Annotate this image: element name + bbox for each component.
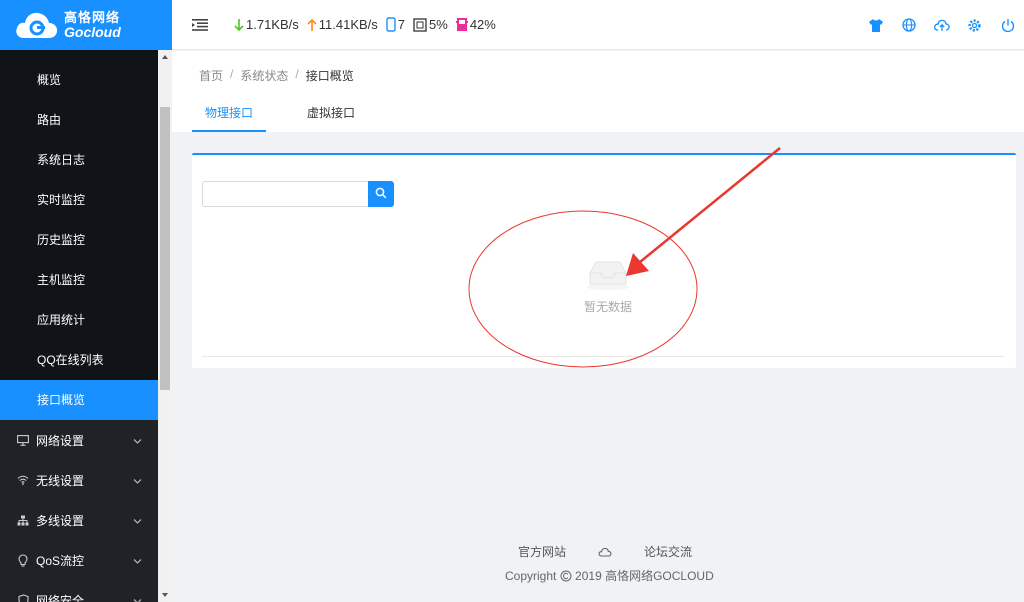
download-speed: 1.71KB/s [246,17,299,32]
copyright-label: Copyright [505,569,557,583]
sidebar-item-host-monitor[interactable]: 主机监控 [0,260,158,300]
sidebar-item-realtime-monitor[interactable]: 实时监控 [0,180,158,220]
chevron-down-icon [133,594,142,602]
breadcrumb-current: 接口概览 [305,69,354,83]
monitor-icon [16,434,30,446]
menu-collapse-icon[interactable] [192,18,208,32]
search-icon [375,187,387,202]
sidebar-item-label: 多线设置 [36,513,85,528]
sidebar-item-interface-overview[interactable]: 接口概览 [0,380,158,420]
tab-virtual-interface[interactable]: 虚拟接口 [294,100,368,132]
sidebar: 概览 路由 系统日志 实时监控 历史监控 主机监控 应用统计 QQ在线列表 接口… [0,50,172,602]
memory-icon [455,17,468,32]
footer-links: 官方网站 论坛交流 [518,543,724,560]
cloud-icon [598,547,612,557]
sidebar-item-route[interactable]: 路由 [0,100,158,140]
footer-link-official[interactable]: 官方网站 [518,543,566,560]
scroll-up-arrow-icon[interactable] [162,55,168,59]
devices-count: 7 [397,17,406,32]
cpu-icon [413,17,427,32]
interface-table-card: 暂无数据 [192,153,1016,368]
sidebar-item-label: QoS流控 [36,553,85,568]
sidebar-item-multiline-settings[interactable]: 多线设置 [0,500,158,540]
sidebar-item-history-monitor[interactable]: 历史监控 [0,220,158,260]
brand-logo[interactable]: 高恪网络 Gocloud [0,0,172,50]
search-input[interactable] [202,181,368,207]
sidebar-item-label: 网络安全 [36,593,85,602]
cpu-stat: 5% [413,17,448,32]
memory-usage: 42% [469,17,496,32]
footer-link-forum[interactable]: 论坛交流 [644,543,692,560]
upload-speed: 11.41KB/s [318,17,378,32]
devices-stat: 7 [386,17,405,32]
sidebar-item-qos[interactable]: QoS流控 [0,540,158,580]
cpu-usage: 5% [429,17,448,32]
chevron-down-icon [133,474,142,488]
sidebar-item-network-settings[interactable]: 网络设置 [0,420,158,460]
scroll-thumb[interactable] [160,107,170,390]
memory-stat: 42% [455,17,496,32]
wifi-icon [16,475,30,485]
sidebar-item-network-security[interactable]: 网络安全 [0,580,158,602]
upload-stat: 11.41KB/s [307,17,378,32]
empty-state: 暂无数据 [558,257,658,315]
table-divider [202,356,1004,357]
interface-tabs: 物理接口 虚拟接口 [192,100,396,132]
empty-state-text: 暂无数据 [583,300,632,314]
power-icon[interactable] [991,0,1024,50]
chevron-down-icon [133,434,142,448]
tab-physical-interface[interactable]: 物理接口 [192,100,267,132]
status-bar: 1.71KB/s 11.41KB/s 7 5% 42% [234,17,504,32]
gear-icon[interactable] [958,0,991,50]
top-header: 1.71KB/s 11.41KB/s 7 5% 42% [172,0,1024,50]
status-submenu: 概览 路由 系统日志 实时监控 历史监控 主机监控 应用统计 QQ在线列表 接口… [0,50,158,420]
sidebar-item-label: 无线设置 [36,473,85,488]
cloud-upload-icon[interactable] [925,0,958,50]
copyright-icon [560,570,572,585]
sidebar-item-app-stats[interactable]: 应用统计 [0,300,158,340]
arrow-up-icon [307,18,317,32]
sidebar-item-label: 网络设置 [36,433,85,448]
breadcrumb-separator: / [295,67,299,81]
search-bar [202,181,394,207]
breadcrumb: 首页 / 系统状态 / 接口概览 [199,67,354,84]
brand-name-cn: 高恪网络 [64,10,121,25]
sidebar-scrollbar[interactable] [158,50,172,602]
page-header: 首页 / 系统状态 / 接口概览 物理接口 虚拟接口 [172,51,1024,132]
chevron-down-icon [133,514,142,528]
scroll-down-arrow-icon[interactable] [162,593,168,597]
phone-icon [386,17,396,32]
bulb-icon [16,553,30,567]
breadcrumb-separator: / [230,67,234,81]
empty-box-icon [584,261,632,294]
chevron-down-icon [133,554,142,568]
shield-icon [16,593,30,602]
download-stat: 1.71KB/s [234,17,299,32]
breadcrumb-home[interactable]: 首页 [199,67,223,84]
brand-name-en: Gocloud [64,24,121,40]
copyright-owner: 2019 高恪网络GOCLOUD [575,569,714,583]
sidebar-item-overview[interactable]: 概览 [0,60,158,100]
globe-icon[interactable] [892,0,925,50]
sidebar-item-qq-online[interactable]: QQ在线列表 [0,340,158,380]
search-button[interactable] [368,181,394,207]
cloud-logo-icon [14,8,60,42]
arrow-down-icon [234,18,244,32]
sidebar-item-wireless-settings[interactable]: 无线设置 [0,460,158,500]
sidebar-item-system-log[interactable]: 系统日志 [0,140,158,180]
copyright-text: Copyright 2019 高恪网络GOCLOUD [505,567,714,585]
sitemap-icon [16,515,30,526]
breadcrumb-section[interactable]: 系统状态 [240,67,288,84]
shirt-icon[interactable] [859,0,892,50]
